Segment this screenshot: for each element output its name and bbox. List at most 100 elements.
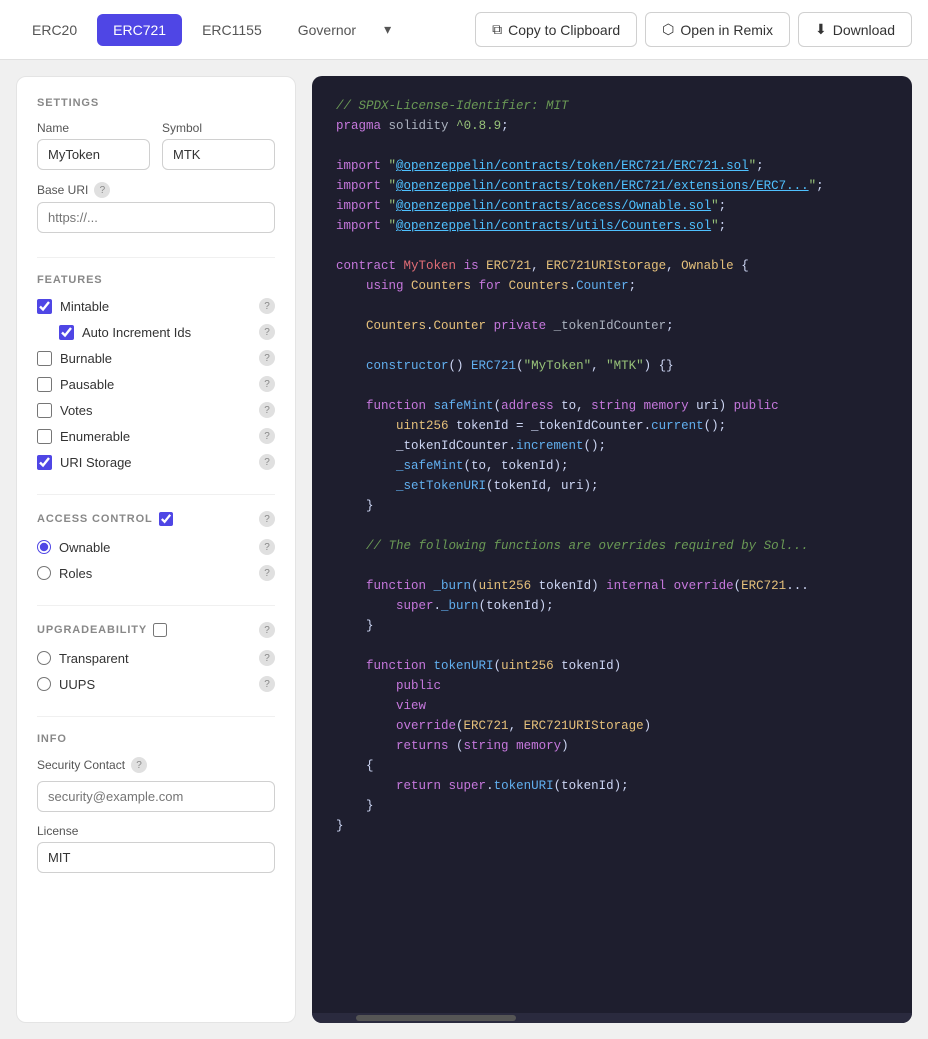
enumerable-checkbox[interactable] (37, 429, 52, 444)
copy-icon: ⧉ (492, 21, 502, 38)
transparent-help-icon[interactable]: ? (259, 650, 275, 666)
access-roles: Roles ? (37, 565, 275, 581)
feature-mintable: Mintable ? (37, 298, 275, 314)
security-contact-group: Security Contact ? (37, 757, 275, 812)
remix-label: Open in Remix (680, 22, 773, 38)
app-container: ERC20 ERC721 ERC1155 Governor ▾ ⧉ Copy t… (0, 0, 928, 1039)
settings-label: SETTINGS (37, 97, 275, 109)
ownable-help-icon[interactable]: ? (259, 539, 275, 555)
divider-3 (37, 605, 275, 606)
download-label: Download (833, 22, 895, 38)
upgradeability-section: UPGRADEABILITY ? Transparent ? (37, 622, 275, 692)
feature-auto-increment: Auto Increment Ids ? (59, 324, 275, 340)
pausable-help-icon[interactable]: ? (259, 376, 275, 392)
uups-help-icon[interactable]: ? (259, 676, 275, 692)
base-uri-help-icon[interactable]: ? (94, 182, 110, 198)
security-contact-help-icon[interactable]: ? (131, 757, 147, 773)
upgradeability-help-icon[interactable]: ? (259, 622, 275, 638)
symbol-label: Symbol (162, 121, 275, 135)
roles-help-icon[interactable]: ? (259, 565, 275, 581)
mintable-label: Mintable (60, 299, 109, 314)
pausable-checkbox[interactable] (37, 377, 52, 392)
upgrade-transparent: Transparent ? (37, 650, 275, 666)
mintable-checkbox[interactable] (37, 299, 52, 314)
access-control-help-icon[interactable]: ? (259, 511, 275, 527)
votes-help-icon[interactable]: ? (259, 402, 275, 418)
access-ownable: Ownable ? (37, 539, 275, 555)
uups-label: UUPS (59, 677, 95, 692)
upgradeability-label: UPGRADEABILITY (37, 624, 147, 636)
settings-section: SETTINGS Name Symbol Base URI ? (37, 97, 275, 233)
feature-pausable: Pausable ? (37, 376, 275, 392)
burnable-label: Burnable (60, 351, 112, 366)
download-button[interactable]: ⬇ Download (798, 12, 912, 47)
feature-burnable: Burnable ? (37, 350, 275, 366)
name-input[interactable] (37, 139, 150, 170)
transparent-radio[interactable] (37, 651, 51, 665)
uri-storage-help-icon[interactable]: ? (259, 454, 275, 470)
base-uri-input[interactable] (37, 202, 275, 233)
auto-increment-label: Auto Increment Ids (82, 325, 191, 340)
copy-to-clipboard-button[interactable]: ⧉ Copy to Clipboard (475, 12, 637, 47)
auto-increment-checkbox[interactable] (59, 325, 74, 340)
horizontal-scrollbar[interactable] (312, 1013, 912, 1023)
security-contact-input[interactable] (37, 781, 275, 812)
info-label: INFO (37, 733, 275, 745)
mintable-help-icon[interactable]: ? (259, 298, 275, 314)
left-panel: SETTINGS Name Symbol Base URI ? (16, 76, 296, 1023)
divider-1 (37, 257, 275, 258)
tab-erc1155[interactable]: ERC1155 (186, 14, 278, 46)
enumerable-label: Enumerable (60, 429, 130, 444)
votes-checkbox[interactable] (37, 403, 52, 418)
tab-erc721[interactable]: ERC721 (97, 14, 182, 46)
feature-votes: Votes ? (37, 402, 275, 418)
tab-erc20[interactable]: ERC20 (16, 14, 93, 46)
open-in-remix-button[interactable]: ⬡ Open in Remix (645, 12, 790, 47)
pausable-label: Pausable (60, 377, 114, 392)
license-group: License (37, 824, 275, 873)
base-uri-group: Base URI ? (37, 182, 275, 233)
uri-storage-label: URI Storage (60, 455, 132, 470)
auto-increment-help-icon[interactable]: ? (259, 324, 275, 340)
nav-actions: ⧉ Copy to Clipboard ⬡ Open in Remix ⬇ Do… (475, 12, 912, 47)
scrollbar-thumb[interactable] (356, 1015, 516, 1021)
divider-2 (37, 494, 275, 495)
features-section: FEATURES Mintable ? Auto Increment Ids ? (37, 274, 275, 470)
tab-governor[interactable]: Governor (282, 14, 372, 46)
security-contact-label: Security Contact (37, 758, 125, 772)
votes-label: Votes (60, 403, 93, 418)
symbol-group: Symbol (162, 121, 275, 170)
feature-uri-storage: URI Storage ? (37, 454, 275, 470)
copy-label: Copy to Clipboard (508, 22, 620, 38)
roles-radio[interactable] (37, 566, 51, 580)
name-label: Name (37, 121, 150, 135)
uups-radio[interactable] (37, 677, 51, 691)
code-editor: // SPDX-License-Identifier: MIT pragma s… (312, 76, 912, 1023)
uri-storage-checkbox[interactable] (37, 455, 52, 470)
features-label: FEATURES (37, 274, 275, 286)
more-button[interactable]: ▾ (376, 13, 399, 46)
enumerable-help-icon[interactable]: ? (259, 428, 275, 444)
ownable-radio[interactable] (37, 540, 51, 554)
main-content: SETTINGS Name Symbol Base URI ? (0, 60, 928, 1039)
roles-label: Roles (59, 566, 92, 581)
name-group: Name (37, 121, 150, 170)
access-control-checkbox[interactable] (159, 512, 173, 526)
license-input[interactable] (37, 842, 275, 873)
feature-enumerable: Enumerable ? (37, 428, 275, 444)
code-content[interactable]: // SPDX-License-Identifier: MIT pragma s… (312, 76, 912, 1023)
license-label: License (37, 824, 275, 838)
burnable-checkbox[interactable] (37, 351, 52, 366)
top-nav: ERC20 ERC721 ERC1155 Governor ▾ ⧉ Copy t… (0, 0, 928, 60)
base-uri-label: Base URI (37, 183, 88, 197)
divider-4 (37, 716, 275, 717)
symbol-input[interactable] (162, 139, 275, 170)
info-section: INFO Security Contact ? License (37, 733, 275, 873)
download-icon: ⬇ (815, 21, 827, 38)
upgrade-uups: UUPS ? (37, 676, 275, 692)
upgradeability-checkbox[interactable] (153, 623, 167, 637)
access-control-section: ACCESS CONTROL ? Ownable ? (37, 511, 275, 581)
name-symbol-row: Name Symbol (37, 121, 275, 170)
burnable-help-icon[interactable]: ? (259, 350, 275, 366)
ownable-label: Ownable (59, 540, 110, 555)
